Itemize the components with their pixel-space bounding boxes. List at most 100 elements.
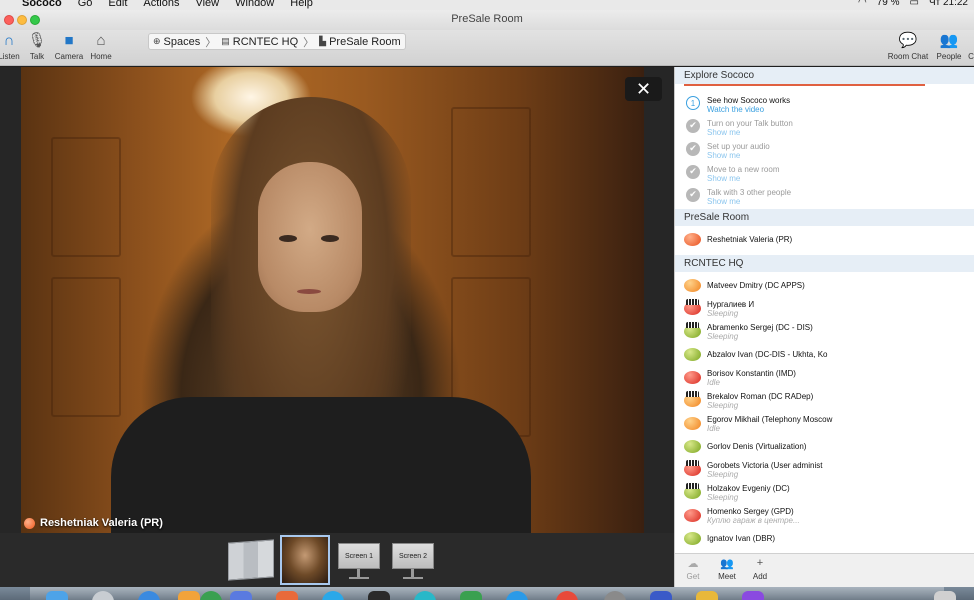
room-icon: ▙ <box>319 36 327 46</box>
person-row[interactable]: Reshetniak Valeria (PR) <box>675 228 974 251</box>
talk-button[interactable]: 🎙 Talk <box>26 30 48 66</box>
wifi-icon[interactable]: ◠ <box>858 0 867 8</box>
step-title: Move to a new room <box>707 165 780 174</box>
step-link[interactable]: Watch the video <box>707 105 974 114</box>
get-button[interactable]: ☁ Get <box>678 557 708 581</box>
person-name: Abzalov Ivan (DC-DIS - Ukhta, Ko <box>707 350 828 359</box>
monitor-base-icon <box>349 577 369 579</box>
app-icon[interactable] <box>368 591 390 600</box>
menu-go[interactable]: Go <box>78 0 93 9</box>
person-name: Egorov Mikhail (Telephony Moscow <box>707 415 833 424</box>
people-button[interactable]: 👥 People <box>934 30 964 66</box>
video-person-mouth <box>297 289 321 294</box>
monitor-base-icon <box>403 577 423 579</box>
webcam-video[interactable] <box>21 67 644 533</box>
app-icon[interactable] <box>276 591 298 600</box>
menu-app-name[interactable]: Sococo <box>22 0 62 9</box>
building-icon: ▤ <box>221 36 230 46</box>
menu-edit[interactable]: Edit <box>108 0 127 9</box>
person-status: Sleeping <box>707 470 739 479</box>
crumb-hq-label: RCNTEC HQ <box>232 35 299 48</box>
video-name-text: Reshetniak Valeria (PR) <box>40 517 163 529</box>
step-link[interactable]: Show me <box>707 128 974 137</box>
finder-icon[interactable] <box>46 591 68 600</box>
video-thumbnail[interactable] <box>280 535 330 585</box>
person-row[interactable]: Gorlov Denis (Virtualization) <box>675 435 974 458</box>
room-chat-button[interactable]: 💬 Room Chat <box>886 30 930 66</box>
app-icon[interactable] <box>696 591 718 600</box>
person-row[interactable]: Gorobets Victoria (User administ Sleepin… <box>675 458 974 481</box>
menu-help[interactable]: Help <box>290 0 313 9</box>
person-row[interactable]: Holzakov Evgeniy (DC) Sleeping <box>675 481 974 504</box>
avatar-icon <box>684 532 701 545</box>
step-number-icon: 1 <box>686 96 700 110</box>
presale-room-header[interactable]: PreSale Room <box>675 209 974 226</box>
person-name: Ignatov Ivan (DBR) <box>707 534 776 543</box>
person-row[interactable]: Borisov Konstantin (IMD) Idle <box>675 366 974 389</box>
explore-step[interactable]: ✔ Talk with 3 other people Show me <box>675 183 974 206</box>
app-icon[interactable] <box>178 591 200 600</box>
map-icon <box>228 539 274 581</box>
app-icon[interactable] <box>230 591 252 600</box>
toolbar: ∩ Listen 🎙 Talk ■ Camera ⌂ Home ⊕ Spaces… <box>0 30 974 66</box>
presence-dot-icon <box>24 517 35 529</box>
menu-view[interactable]: View <box>195 0 219 9</box>
step-link[interactable]: Show me <box>707 174 974 183</box>
camera-button[interactable]: ■ Camera <box>52 30 86 66</box>
screen-1-thumbnail[interactable]: Screen 1 <box>338 535 380 585</box>
avatar-icon <box>684 279 701 292</box>
person-row[interactable]: Abramenko Sergej (DC - DIS) Sleeping <box>675 320 974 343</box>
avatar-icon <box>684 417 701 430</box>
sleeping-avatar-icon <box>684 460 701 476</box>
trash-icon[interactable] <box>934 591 956 600</box>
person-name: Holzakov Evgeniy (DC) <box>707 484 790 493</box>
person-row[interactable]: Egorov Mikhail (Telephony Moscow Idle <box>675 412 974 435</box>
crumb-room[interactable]: ▙ PreSale Room <box>319 36 400 48</box>
person-row[interactable]: Matveev Dmitry (DC APPS) <box>675 274 974 297</box>
home-button[interactable]: ⌂ Home <box>88 30 114 66</box>
person-row[interactable]: Нургалиев И Sleeping <box>675 297 974 320</box>
camera-icon: ■ <box>64 32 74 49</box>
door-panel <box>51 277 121 417</box>
explore-step[interactable]: ✔ Move to a new room Show me <box>675 160 974 183</box>
talk-label: Talk <box>29 52 45 61</box>
battery-icon[interactable]: ▭ <box>909 0 918 8</box>
step-title: Set up your audio <box>707 142 770 151</box>
map-thumbnail[interactable] <box>228 535 274 585</box>
step-title: Talk with 3 other people <box>707 188 792 197</box>
app-icon[interactable] <box>742 591 764 600</box>
person-name: Reshetniak Valeria (PR) <box>707 235 793 244</box>
crumb-spaces[interactable]: ⊕ Spaces <box>153 36 200 48</box>
explore-step[interactable]: ✔ Set up your audio Show me <box>675 137 974 160</box>
avatar-icon <box>684 509 701 522</box>
step-link[interactable]: Show me <box>707 197 974 206</box>
explore-step[interactable]: ✔ Turn on your Talk button Show me <box>675 114 974 137</box>
person-row[interactable]: Ignatov Ivan (DBR) <box>675 527 974 550</box>
explore-step[interactable]: 1 See how Sococo works Watch the video <box>675 91 974 114</box>
app-icon[interactable] <box>460 591 482 600</box>
more-toolbar-button[interactable]: C <box>966 30 974 66</box>
people-label: People <box>936 52 962 61</box>
listen-button[interactable]: ∩ Listen <box>0 30 22 66</box>
clock[interactable]: Чт 21:22 <box>929 0 968 8</box>
crumb-hq[interactable]: ▤ RCNTEC HQ <box>221 36 298 48</box>
meet-button[interactable]: 👥 Meet <box>712 557 742 581</box>
more-icon <box>966 30 974 52</box>
menu-window[interactable]: Window <box>235 0 274 9</box>
person-row[interactable]: Homenko Sergey (GPD) Куплю гараж в центр… <box>675 504 974 527</box>
person-status: Sleeping <box>707 309 739 318</box>
close-video-button[interactable]: ✕ <box>625 77 662 101</box>
step-link[interactable]: Show me <box>707 151 974 160</box>
macos-dock <box>0 587 974 600</box>
rcntec-hq-header[interactable]: RCNTEC HQ <box>675 255 974 272</box>
person-row[interactable]: Abzalov Ivan (DC-DIS - Ukhta, Ko <box>675 343 974 366</box>
dock-shelf <box>30 587 944 600</box>
monitor-stand-icon <box>357 569 360 577</box>
screen-2-thumbnail[interactable]: Screen 2 <box>392 535 434 585</box>
add-button[interactable]: + Add <box>745 557 775 581</box>
person-row[interactable]: Brekalov Roman (DC RADep) Sleeping <box>675 389 974 412</box>
menu-actions[interactable]: Actions <box>143 0 179 9</box>
app-icon[interactable] <box>650 591 672 600</box>
macos-menubar: Sococo Go Edit Actions View Window Help … <box>0 0 974 10</box>
close-icon: ✕ <box>635 79 652 99</box>
